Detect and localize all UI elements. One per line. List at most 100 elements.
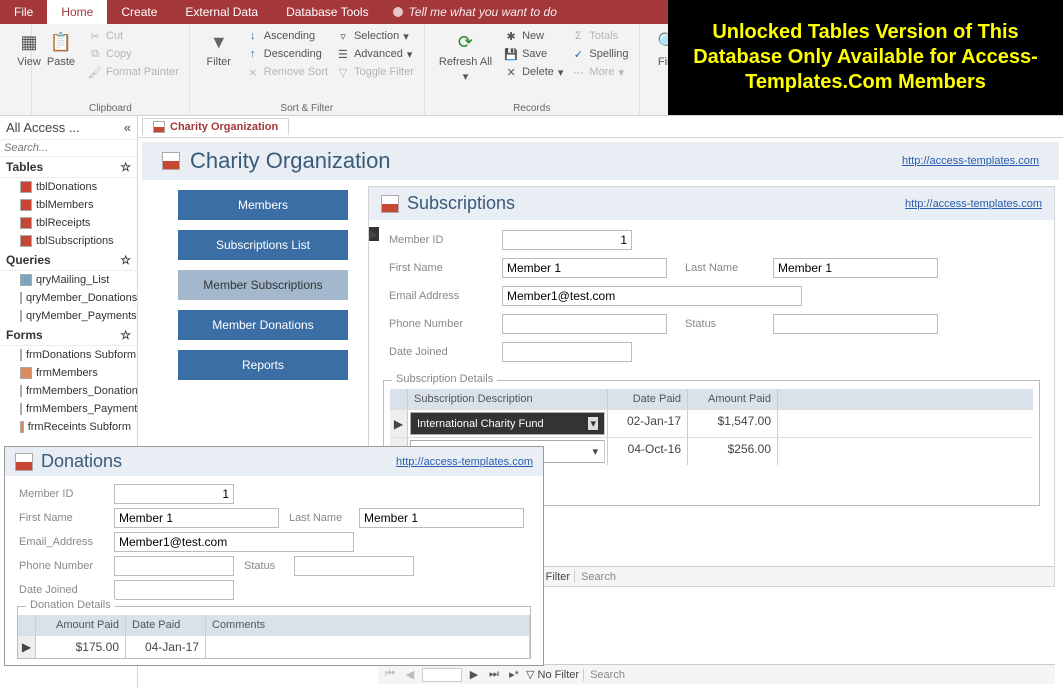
don-input-ln[interactable] [359, 508, 524, 528]
nav-item-qrymemberpayments[interactable]: qryMember_Payments [0, 307, 137, 325]
cell-amount[interactable]: $175.00 [36, 636, 126, 658]
input-first-name[interactable] [502, 258, 667, 278]
col-amount-paid[interactable]: Amount Paid [36, 615, 126, 635]
record-selector[interactable]: ▶ [369, 227, 379, 241]
tab-file[interactable]: File [0, 0, 47, 24]
charity-link[interactable]: http://access-templates.com [902, 155, 1039, 167]
nav-prev[interactable]: ◀ [402, 668, 418, 681]
col-date-paid[interactable]: Date Paid [126, 615, 206, 635]
input-member-id[interactable] [502, 230, 632, 250]
nav-group-tables[interactable]: Tables☆ [0, 157, 137, 178]
nav-item-frmmembers[interactable]: frmMembers [0, 364, 137, 382]
don-input-em[interactable] [114, 532, 354, 552]
don-input-dj[interactable] [114, 580, 234, 600]
nav-item-tblsubscriptions[interactable]: tblSubscriptions [0, 232, 137, 250]
tab-create[interactable]: Create [107, 0, 171, 24]
copy-button[interactable]: ⧉Copy [86, 46, 181, 62]
toggle-filter-button[interactable]: ▽Toggle Filter [334, 64, 416, 80]
input-status[interactable] [773, 314, 938, 334]
nav-item-tblreceipts[interactable]: tblReceipts [0, 214, 137, 232]
funnel-icon: ▼ [207, 30, 231, 54]
input-email[interactable] [502, 286, 802, 306]
remove-sort-button[interactable]: ⨯Remove Sort [244, 64, 330, 80]
nav-item-qrymailing[interactable]: qryMailing_List [0, 271, 137, 289]
nav-item-frmdonations[interactable]: frmDonations Subform [0, 346, 137, 364]
tab-database-tools[interactable]: Database Tools [272, 0, 383, 24]
format-painter-button[interactable]: 🖌Format Painter [86, 64, 181, 80]
input-phone[interactable] [502, 314, 667, 334]
col-date-paid[interactable]: Date Paid [608, 389, 688, 409]
nav-member-subscriptions-button[interactable]: Member Subscriptions [178, 270, 348, 300]
brush-icon: 🖌 [88, 65, 102, 79]
chevron-down-icon: ▾ [592, 445, 598, 458]
nav-new[interactable]: ▸* [506, 668, 522, 681]
save-button[interactable]: 💾Save [502, 46, 565, 62]
cell-date-paid[interactable]: 04-Oct-16 [608, 438, 688, 465]
document-tab-bar: Charity Organization [138, 116, 1063, 138]
nav-member-donations-button[interactable]: Member Donations [178, 310, 348, 340]
page-title: Charity Organization [190, 148, 391, 174]
nav-search-input[interactable] [0, 140, 137, 157]
form-icon [20, 421, 24, 433]
desc-combo[interactable]: International Charity Fund▾ [410, 412, 605, 435]
delete-icon: ✕ [504, 65, 518, 79]
col-amount-paid[interactable]: Amount Paid [688, 389, 778, 409]
nav-item-frmmemberspayment[interactable]: frmMembers_PaymentP... [0, 400, 137, 418]
descending-button[interactable]: ↑Descending [244, 46, 330, 62]
nav-last[interactable]: ⏭ [486, 668, 502, 681]
tab-external-data[interactable]: External Data [171, 0, 272, 24]
row-selector[interactable]: ▶ [390, 410, 408, 437]
cell-comments[interactable] [206, 636, 530, 658]
paste-button[interactable]: 📋Paste [40, 28, 82, 70]
nav-reports-button[interactable]: Reports [178, 350, 348, 380]
new-button[interactable]: ✱New [502, 28, 565, 44]
input-last-name[interactable] [773, 258, 938, 278]
nav-item-tbldonations[interactable]: tblDonations [0, 178, 137, 196]
don-input-mid[interactable] [114, 484, 234, 504]
cut-button[interactable]: ✂Cut [86, 28, 181, 44]
advanced-button[interactable]: ☰Advanced ▾ [334, 46, 416, 62]
cell-date[interactable]: 04-Jan-17 [126, 636, 206, 658]
nav-group-queries[interactable]: Queries☆ [0, 250, 137, 271]
cell-amount-paid[interactable]: $1,547.00 [688, 410, 778, 437]
cell-date-paid[interactable]: 02-Jan-17 [608, 410, 688, 437]
refresh-all-button[interactable]: ⟳Refresh All ▾ [433, 28, 498, 85]
nav-record-input[interactable] [422, 668, 462, 682]
nav-item-tblmembers[interactable]: tblMembers [0, 196, 137, 214]
spelling-button[interactable]: ✓Spelling [569, 46, 630, 62]
nav-next[interactable]: ▶ [466, 668, 482, 681]
totals-button[interactable]: ΣTotals [569, 28, 630, 44]
selection-button[interactable]: ▿Selection ▾ [334, 28, 416, 44]
tab-home[interactable]: Home [47, 0, 107, 24]
nav-header[interactable]: All Access ...« [0, 116, 137, 140]
filter-indicator[interactable]: ▽ No Filter [526, 668, 579, 681]
doc-tab-charity[interactable]: Charity Organization [142, 118, 289, 135]
filter-button[interactable]: ▼Filter [198, 28, 240, 70]
nav-item-qrymemberdonations[interactable]: qryMember_Donations [0, 289, 137, 307]
don-label-ln: Last Name [289, 512, 349, 524]
nav-item-frmmembersdonation[interactable]: frmMembers_DonationP... [0, 382, 137, 400]
input-date-joined[interactable] [502, 342, 632, 362]
nav-first[interactable]: ⏮ [382, 668, 398, 681]
nav-search[interactable]: Search [583, 669, 1051, 681]
cell-amount-paid[interactable]: $256.00 [688, 438, 778, 465]
nav-search[interactable]: Search [574, 571, 1050, 583]
nav-group-forms[interactable]: Forms☆ [0, 325, 137, 346]
nav-item-frmreceipts[interactable]: frmReceints Subform [0, 418, 137, 436]
nav-subscriptions-list-button[interactable]: Subscriptions List [178, 230, 348, 260]
nav-members-button[interactable]: Members [178, 190, 348, 220]
row-selector[interactable]: ▶ [18, 636, 36, 658]
don-link[interactable]: http://access-templates.com [396, 456, 533, 468]
ascending-button[interactable]: ↓Ascending [244, 28, 330, 44]
don-input-st[interactable] [294, 556, 414, 576]
table-row[interactable]: ▶ $175.00 04-Jan-17 [18, 635, 530, 658]
delete-button[interactable]: ✕Delete ▾ [502, 64, 565, 80]
table-row[interactable]: ▶ International Charity Fund▾ 02-Jan-17 … [390, 409, 1033, 437]
more-button[interactable]: ⋯More ▾ [569, 64, 630, 80]
subs-link[interactable]: http://access-templates.com [905, 198, 1042, 210]
col-description[interactable]: Subscription Description [408, 389, 608, 409]
col-comments[interactable]: Comments [206, 615, 530, 635]
tell-me[interactable]: Tell me what you want to do [383, 0, 567, 24]
don-input-ph[interactable] [114, 556, 234, 576]
don-input-fn[interactable] [114, 508, 279, 528]
